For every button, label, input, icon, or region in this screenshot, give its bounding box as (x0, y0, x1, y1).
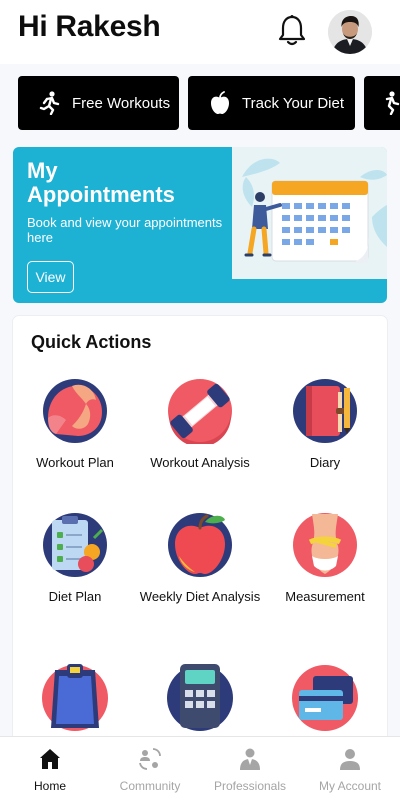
home-screen: Hi Rakesh Free Workouts Track Your Diet … (0, 0, 400, 800)
calculator-action[interactable] (138, 660, 262, 732)
nav-label: Home (33, 779, 66, 793)
chip-label: Track Your Diet (242, 94, 344, 112)
header: Hi Rakesh (0, 0, 400, 64)
shortcut-chips: Free Workouts Track Your Diet (18, 76, 400, 130)
bottom-navigation: Home Community Professionals My Account (0, 736, 400, 800)
flexed-arm-icon (42, 378, 108, 444)
action-label: Weekly Diet Analysis (139, 589, 261, 604)
banner-title-line2: Appointments (27, 182, 175, 207)
payment-cards-icon (291, 660, 359, 732)
greeting-title: Hi Rakesh (18, 10, 161, 43)
weighing-scale-icon (41, 660, 109, 732)
view-button[interactable]: View (27, 261, 74, 293)
user-icon (338, 747, 362, 771)
workout-analysis-action[interactable]: Workout Analysis (138, 378, 262, 470)
more-chip[interactable] (364, 76, 400, 130)
diary-action[interactable]: Diary (263, 378, 387, 470)
apple-icon (167, 512, 233, 578)
dumbbell-icon (167, 378, 233, 447)
free-workouts-chip[interactable]: Free Workouts (18, 76, 179, 130)
workout-plan-action[interactable]: Workout Plan (13, 378, 137, 470)
measurement-action[interactable]: Measurement (263, 512, 387, 604)
banner-title-line1: My (27, 158, 58, 183)
chip-label: Free Workouts (72, 94, 171, 112)
diary-book-icon (292, 378, 358, 444)
calendar-illustration (232, 147, 387, 279)
apple-icon (208, 91, 232, 115)
nav-community[interactable]: Community (100, 737, 200, 800)
measuring-tape-icon (292, 512, 358, 578)
nav-my-account[interactable]: My Account (300, 737, 400, 800)
track-your-diet-chip[interactable]: Track Your Diet (188, 76, 355, 130)
nav-label: Community (119, 779, 181, 793)
action-label: Workout Analysis (150, 455, 250, 470)
bell-icon[interactable] (276, 14, 308, 48)
avatar[interactable] (328, 10, 372, 54)
calculator-icon (166, 660, 234, 732)
professional-icon (238, 747, 262, 771)
running-person-icon (378, 91, 400, 115)
appointments-banner[interactable]: My Appointments Book and view your appoi… (13, 147, 387, 303)
nav-label: Professionals (213, 779, 287, 793)
running-person-icon (38, 91, 62, 115)
action-label: Diary (309, 455, 341, 470)
banner-title: My Appointments (27, 159, 227, 207)
diet-plan-action[interactable]: Diet Plan (13, 512, 137, 604)
weight-scale-action[interactable] (13, 660, 137, 732)
home-icon (38, 747, 62, 771)
community-icon (138, 747, 162, 771)
diet-clipboard-icon (42, 512, 108, 578)
action-label: Workout Plan (36, 455, 114, 470)
nav-label: My Account (318, 779, 382, 793)
action-label: Measurement (285, 589, 365, 604)
nav-professionals[interactable]: Professionals (200, 737, 300, 800)
quick-actions-title: Quick Actions (31, 332, 152, 352)
weekly-diet-analysis-action[interactable]: Weekly Diet Analysis (138, 512, 262, 604)
nav-home[interactable]: Home (0, 737, 100, 800)
payment-action[interactable] (263, 660, 387, 732)
action-label: Diet Plan (48, 589, 102, 604)
banner-subtitle: Book and view your appointments here (27, 215, 223, 245)
quick-actions-panel: Quick Actions Workout Plan Workout Analy… (13, 316, 387, 746)
